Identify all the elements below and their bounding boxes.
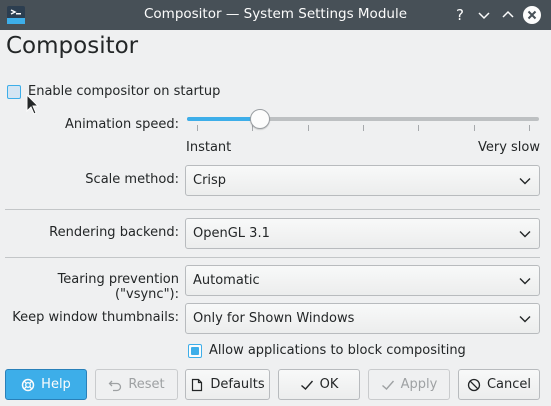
help-button[interactable]: Help: [5, 369, 87, 400]
separator: [5, 209, 540, 210]
separator: [5, 257, 540, 258]
help-icon[interactable]: ?: [450, 5, 470, 25]
slider-tick: [529, 125, 530, 131]
chevron-down-icon: [519, 278, 531, 285]
defaults-button-label: Defaults: [210, 377, 265, 392]
lifebuoy-icon: [21, 378, 35, 391]
defaults-button[interactable]: Defaults: [185, 369, 270, 400]
allow-block-label[interactable]: Allow applications to block compositing: [209, 343, 466, 358]
help-button-label: Help: [41, 377, 71, 392]
close-icon[interactable]: [522, 5, 542, 25]
ok-button-label: OK: [319, 377, 339, 392]
scale-method-combo[interactable]: Crisp: [185, 165, 540, 196]
animation-speed-label: Animation speed:: [64, 117, 179, 132]
animation-speed-max-label: Very slow: [477, 140, 540, 155]
scale-method-label: Scale method:: [85, 172, 179, 187]
ok-button[interactable]: OK: [278, 369, 360, 400]
chevron-down-icon: [519, 316, 531, 323]
keep-thumbnails-value: Only for Shown Windows: [193, 311, 355, 326]
mouse-cursor-icon: [26, 94, 40, 115]
undo-icon: [108, 380, 122, 391]
checkmark-icon: [381, 380, 394, 390]
minimize-icon[interactable]: [474, 5, 494, 25]
keep-thumbnails-combo[interactable]: Only for Shown Windows: [185, 303, 540, 334]
document-icon: [192, 378, 203, 391]
page-title: Compositor: [6, 33, 139, 59]
animation-speed-handle[interactable]: [250, 109, 271, 129]
rendering-backend-label: Rendering backend:: [49, 225, 179, 240]
slider-tick: [307, 125, 309, 131]
chevron-down-icon: [519, 231, 531, 238]
maximize-icon[interactable]: [498, 5, 518, 25]
cancel-button[interactable]: Cancel: [458, 369, 540, 400]
scale-method-value: Crisp: [193, 173, 227, 188]
checkmark-icon: [300, 380, 313, 390]
chevron-down-icon: [519, 178, 531, 185]
cancel-button-label: Cancel: [486, 377, 532, 392]
reset-button[interactable]: Reset: [95, 369, 178, 400]
allow-block-checkbox[interactable]: [188, 344, 202, 358]
enable-on-startup-label[interactable]: Enable compositor on startup: [28, 84, 220, 99]
window-titlebar[interactable]: Compositor — System Settings Module ?: [0, 0, 551, 30]
apply-button[interactable]: Apply: [368, 369, 450, 400]
slider-tick: [473, 125, 475, 131]
keep-thumbnails-label: Keep window thumbnails:: [12, 310, 179, 325]
svg-text:?: ?: [456, 6, 464, 24]
rendering-backend-combo[interactable]: OpenGL 3.1: [185, 218, 540, 249]
tearing-prevention-combo[interactable]: Automatic: [185, 265, 540, 296]
slider-tick: [363, 125, 364, 131]
tearing-prevention-value: Automatic: [193, 273, 260, 288]
slider-tick: [418, 125, 420, 131]
tearing-prevention-label: Tearing prevention ("vsync"):: [57, 272, 179, 302]
rendering-backend-value: OpenGL 3.1: [193, 226, 270, 241]
reset-button-label: Reset: [128, 377, 165, 392]
animation-speed-min-label: Instant: [186, 140, 232, 155]
cancel-icon: [467, 378, 481, 391]
apply-button-label: Apply: [400, 377, 438, 392]
enable-on-startup-checkbox[interactable]: [7, 85, 21, 99]
slider-tick: [197, 125, 198, 131]
